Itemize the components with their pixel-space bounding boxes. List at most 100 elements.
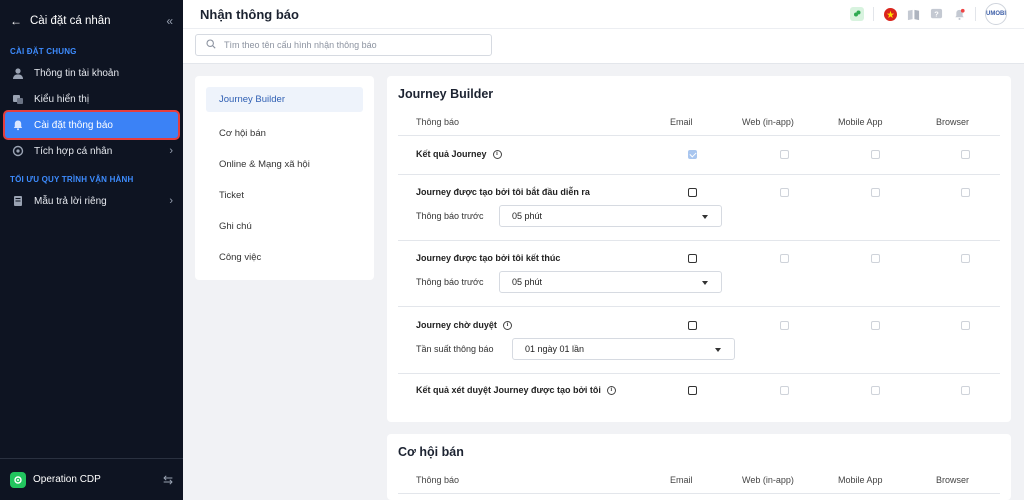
mobile-checkbox[interactable] <box>871 321 880 330</box>
journey-builder-card: Journey Builder Thông báo Email Web (in-… <box>387 76 1011 422</box>
email-checkbox[interactable] <box>688 254 697 263</box>
mobile-checkbox[interactable] <box>871 386 880 395</box>
page-title: Nhận thông báo <box>200 6 299 22</box>
mobile-checkbox[interactable] <box>871 188 880 197</box>
top-bar: Nhận thông báo ? UMOBI <box>183 0 1024 28</box>
swap-icon[interactable]: ⇆ <box>163 473 173 487</box>
sidebar-item-personal-integration[interactable]: Tích hợp cá nhân › <box>0 138 183 164</box>
web-checkbox[interactable] <box>780 188 789 197</box>
sub-label: Tần suất thông báo <box>416 344 494 354</box>
sub-label: Thông báo trước <box>416 211 484 221</box>
notification-category-nav: Journey Builder Cơ hội bán Online & Mạng… <box>195 76 374 280</box>
web-checkbox[interactable] <box>780 321 789 330</box>
sub-label: Thông báo trước <box>416 277 484 287</box>
browser-checkbox[interactable] <box>961 386 970 395</box>
top-bar-icons: ? UMOBI <box>850 3 1007 25</box>
book-icon[interactable] <box>906 7 920 21</box>
mobile-checkbox[interactable] <box>871 254 880 263</box>
sidebar-item-notification-settings[interactable]: Cài đặt thông báo <box>5 112 178 138</box>
app-logo-icon <box>10 471 26 488</box>
subnav-item-online-social[interactable]: Online & Mạng xã hội <box>206 149 363 180</box>
subnav-item-journey-builder[interactable]: Journey Builder <box>206 87 363 112</box>
avatar[interactable]: UMOBI <box>985 3 1007 25</box>
select-value: 05 phút <box>512 277 543 287</box>
section-title: Journey Builder <box>398 87 494 101</box>
column-header-mobile: Mobile App <box>838 117 883 127</box>
sidebar-item-label: Mẫu trả lời riêng <box>34 195 107 207</box>
email-checkbox[interactable] <box>688 321 697 330</box>
subnav-item-tasks[interactable]: Công việc <box>206 242 363 273</box>
sidebar-title: Cài đặt cá nhân <box>30 15 111 27</box>
help-icon[interactable]: ? <box>929 7 943 21</box>
web-checkbox[interactable] <box>780 254 789 263</box>
sidebar-item-display[interactable]: Kiểu hiển thị <box>0 86 183 112</box>
display-icon <box>12 93 24 105</box>
integration-icon <box>12 145 24 157</box>
subnav-item-opportunity[interactable]: Cơ hội bán <box>206 118 363 149</box>
chevron-down-icon <box>702 215 708 219</box>
subnav-item-ticket[interactable]: Ticket <box>206 180 363 211</box>
email-checkbox[interactable] <box>688 150 697 159</box>
sidebar-footer[interactable]: Operation CDP ⇆ <box>0 458 183 500</box>
template-icon <box>12 195 24 207</box>
table-row: Journey chờ duyệt i Tần suất thông báo 0… <box>398 307 1000 374</box>
web-checkbox[interactable] <box>780 150 789 159</box>
sidebar: ← Cài đặt cá nhân « CÀI ĐẶT CHUNG Thông … <box>0 0 183 500</box>
info-icon[interactable]: i <box>502 320 512 330</box>
row-label-text: Kết quả xét duyệt Journey được tạo bởi t… <box>416 385 601 395</box>
table-header: Thông báo Email Web (in-app) Mobile App … <box>398 467 1000 494</box>
section-title: Cơ hội bán <box>398 445 464 459</box>
select-value: 05 phút <box>512 211 543 221</box>
sidebar-item-account-info[interactable]: Thông tin tài khoản <box>0 60 183 86</box>
sidebar-item-label: Kiểu hiển thị <box>34 93 90 105</box>
sidebar-item-label: Cài đặt thông báo <box>34 119 113 131</box>
info-icon[interactable]: i <box>492 149 502 159</box>
browser-checkbox[interactable] <box>961 188 970 197</box>
column-header-browser: Browser <box>936 117 970 127</box>
row-label: Kết quả Journey i <box>416 149 502 159</box>
notification-frequency-select[interactable]: 01 ngày 01 lần <box>512 338 735 360</box>
table-row: Journey được tạo bởi tôi kết thúc Thông … <box>398 241 1000 307</box>
app-switch-icon[interactable] <box>850 7 864 21</box>
column-header-email: Email <box>670 475 693 485</box>
column-header-notification: Thông báo <box>416 117 460 127</box>
row-label: Kết quả xét duyệt Journey được tạo bởi t… <box>416 385 616 395</box>
browser-checkbox[interactable] <box>961 254 970 263</box>
user-icon <box>12 67 24 79</box>
info-icon[interactable]: i <box>606 385 616 395</box>
search-input[interactable] <box>224 40 464 50</box>
column-header-web: Web (in-app) <box>742 475 794 485</box>
search-box[interactable] <box>195 34 492 56</box>
select-value: 01 ngày 01 lần <box>525 344 585 354</box>
vietnam-flag-icon[interactable] <box>883 7 897 21</box>
bell-icon[interactable] <box>952 7 966 21</box>
table-header: Thông báo Email Web (in-app) Mobile App … <box>398 109 1000 136</box>
opportunity-card: Cơ hội bán Thông báo Email Web (in-app) … <box>387 434 1011 500</box>
double-chevron-left-icon[interactable]: « <box>166 14 173 28</box>
email-checkbox[interactable] <box>688 386 697 395</box>
notify-before-select[interactable]: 05 phút <box>499 205 722 227</box>
arrow-left-icon[interactable]: ← <box>10 14 24 28</box>
row-label-text: Journey chờ duyệt <box>416 320 497 330</box>
browser-checkbox[interactable] <box>961 150 970 159</box>
chevron-right-icon: › <box>169 195 173 207</box>
bell-icon <box>12 119 24 131</box>
column-header-web: Web (in-app) <box>742 117 794 127</box>
sidebar-item-reply-templates[interactable]: Mẫu trả lời riêng › <box>0 188 183 214</box>
email-checkbox[interactable] <box>688 188 697 197</box>
browser-checkbox[interactable] <box>961 321 970 330</box>
sidebar-section-general: CÀI ĐẶT CHUNG <box>10 46 77 56</box>
chevron-down-icon <box>715 348 721 352</box>
sidebar-header: ← Cài đặt cá nhân « <box>0 0 183 42</box>
sidebar-item-label: Tích hợp cá nhân <box>34 145 113 157</box>
column-header-notification: Thông báo <box>416 475 460 485</box>
subnav-item-notes[interactable]: Ghi chú <box>206 211 363 242</box>
mobile-checkbox[interactable] <box>871 150 880 159</box>
web-checkbox[interactable] <box>780 386 789 395</box>
column-header-browser: Browser <box>936 475 970 485</box>
notify-before-select[interactable]: 05 phút <box>499 271 722 293</box>
row-label: Journey được tạo bởi tôi kết thúc <box>416 253 560 263</box>
app-name: Operation CDP <box>33 474 101 485</box>
chevron-right-icon: › <box>169 145 173 157</box>
divider <box>975 7 976 21</box>
